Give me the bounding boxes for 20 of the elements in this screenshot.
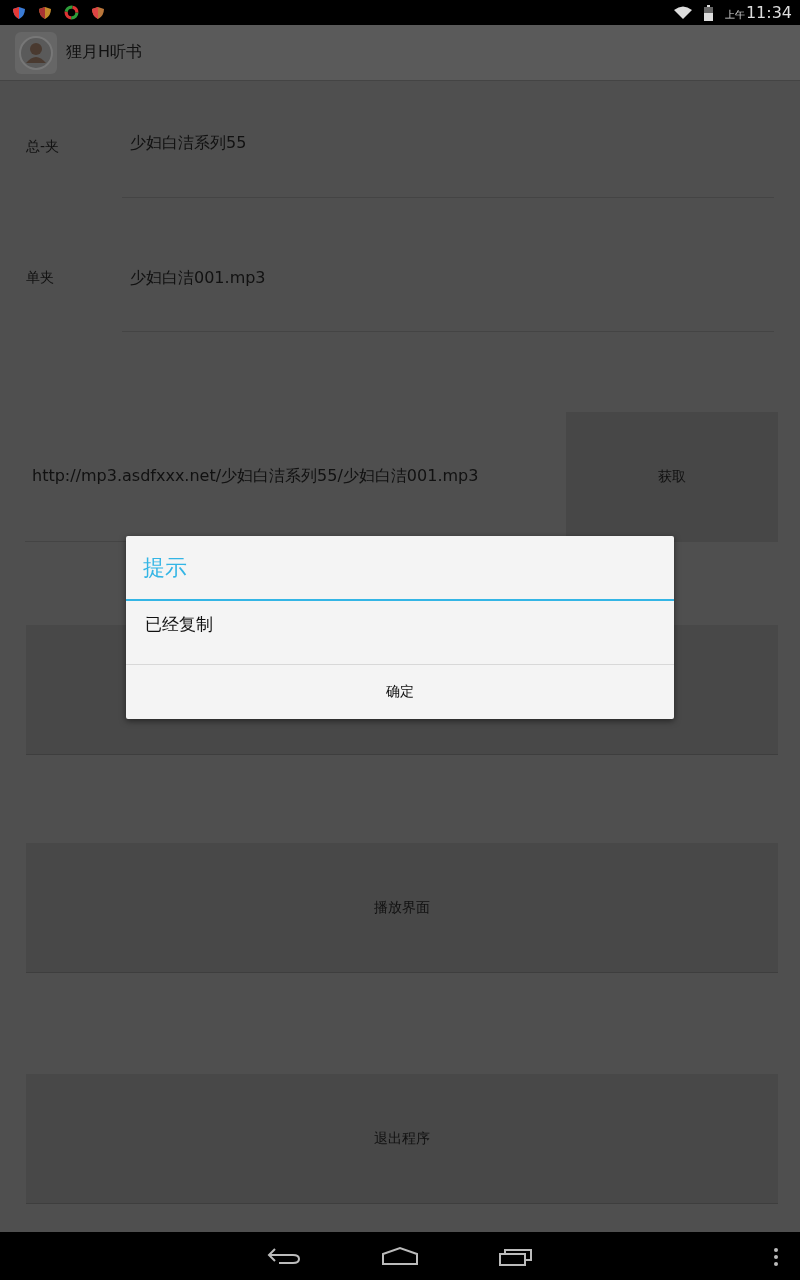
dialog-title: 提示 <box>126 536 674 601</box>
recent-apps-icon[interactable] <box>499 1246 533 1266</box>
ring-icon <box>64 5 79 20</box>
text-field[interactable]: 少妇白洁001.mp3 <box>122 235 774 332</box>
field-label: 单夹 <box>25 268 54 287</box>
overflow-menu-icon[interactable] <box>774 1248 778 1266</box>
dialog-message: 已经复制 <box>126 601 674 665</box>
home-icon[interactable] <box>381 1246 419 1266</box>
clock-time: 11:34 <box>745 3 792 22</box>
wifi-icon <box>673 5 692 20</box>
shield-icon <box>38 5 52 20</box>
confirm-button[interactable]: 确定 <box>126 665 674 719</box>
text-field[interactable]: 少妇白洁系列55 <box>122 101 774 198</box>
back-icon[interactable] <box>267 1246 301 1266</box>
am-pm-label: 上午 <box>724 8 745 22</box>
shield-icon <box>91 5 105 20</box>
app-title: 狸月H听书 <box>66 42 143 63</box>
shield-icon <box>12 5 26 20</box>
app-avatar-icon <box>14 30 58 75</box>
battery-icon <box>703 4 713 21</box>
